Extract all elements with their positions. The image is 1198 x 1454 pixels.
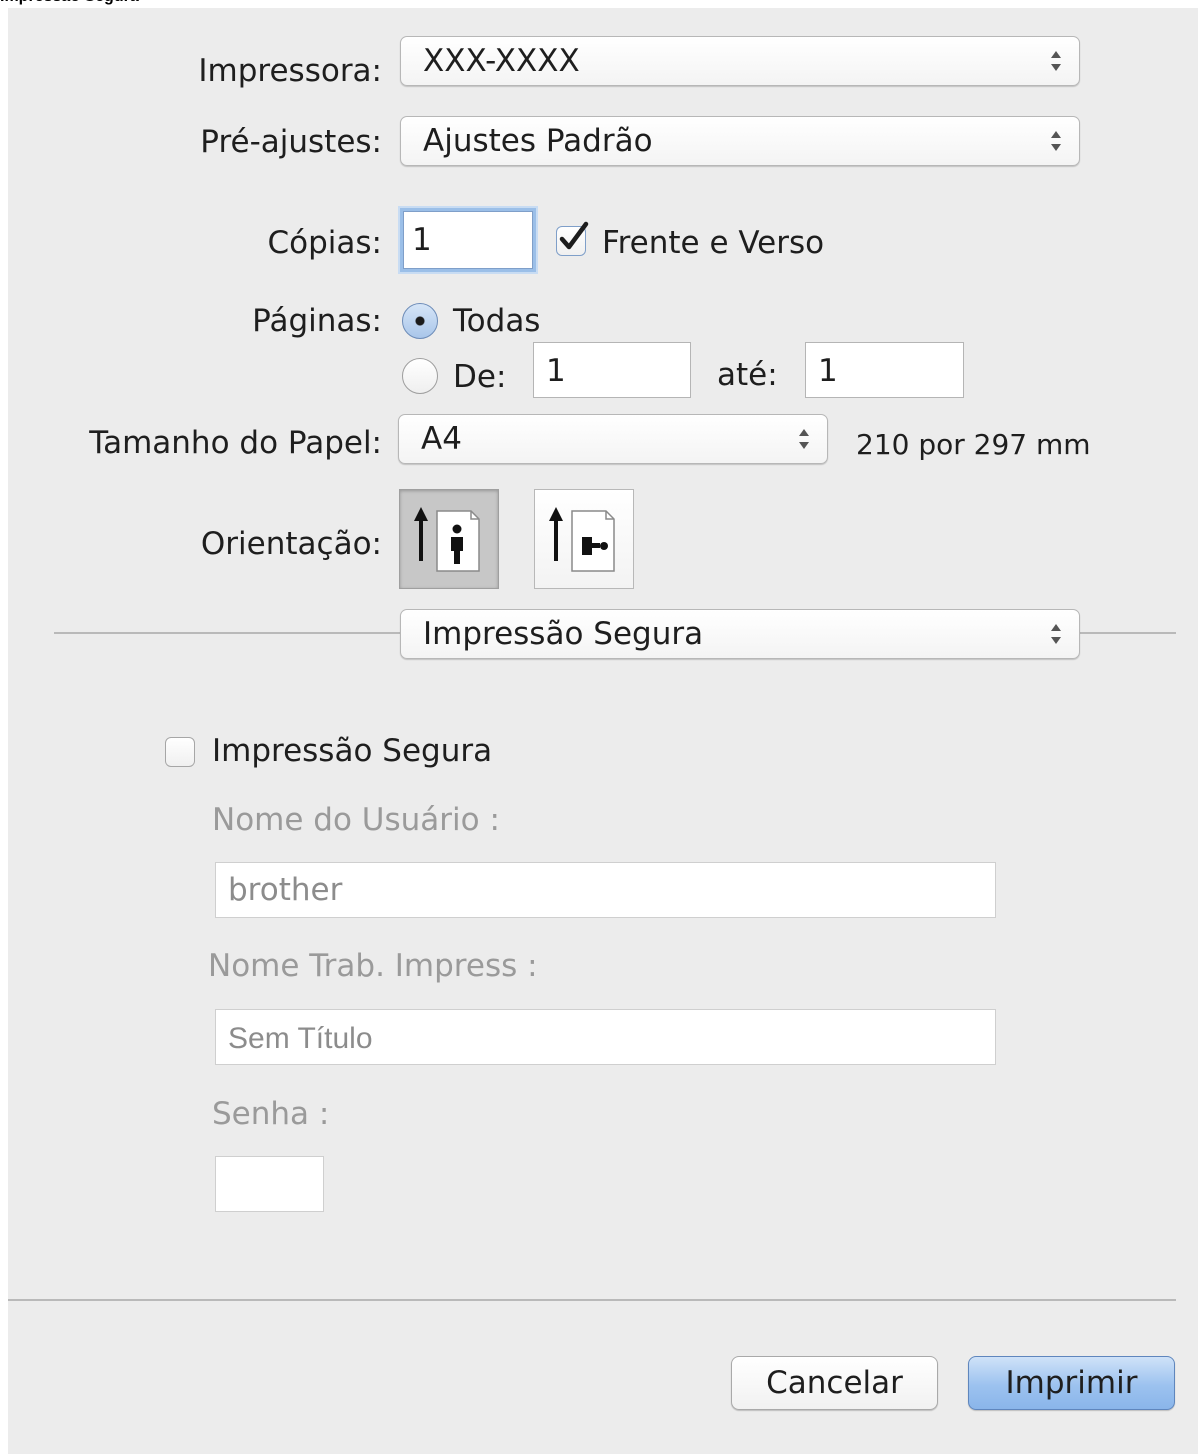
pages-from-input[interactable]: 1 xyxy=(533,342,691,398)
pages-to-value: 1 xyxy=(818,353,838,389)
password-input[interactable] xyxy=(215,1156,324,1212)
portrait-orientation-icon xyxy=(414,507,480,572)
landscape-orientation-button[interactable] xyxy=(534,489,634,589)
paper-size-value: A4 xyxy=(421,421,462,457)
pages-all-label: Todas xyxy=(453,303,541,339)
username-value: brother xyxy=(228,872,343,908)
pages-from-value: 1 xyxy=(546,353,566,389)
printer-popup[interactable]: XXX-XXXX xyxy=(400,36,1080,86)
copies-label: Cópias: xyxy=(267,225,383,261)
popup-arrows-icon xyxy=(799,429,809,449)
section-popup[interactable]: Impressão Segura xyxy=(400,609,1080,659)
portrait-orientation-button[interactable] xyxy=(399,489,499,589)
section-divider-right xyxy=(1080,632,1176,634)
presets-label: Pré-ajustes: xyxy=(200,124,382,160)
print-dialog: Impressora: XXX-XXXX Pré-ajustes: Ajuste… xyxy=(8,8,1198,1454)
secure-print-label: Impressão Segura xyxy=(212,733,493,769)
username-input[interactable]: brother xyxy=(215,862,996,918)
copies-value: 1 xyxy=(412,222,432,258)
paper-dimensions: 210 por 297 mm xyxy=(856,428,1091,461)
orientation-label: Orientação: xyxy=(200,526,382,562)
pages-to-input[interactable]: 1 xyxy=(805,342,964,398)
section-popup-value: Impressão Segura xyxy=(423,616,704,652)
printer-value: XXX-XXXX xyxy=(423,43,580,79)
paper-size-label: Tamanho do Papel: xyxy=(89,425,382,461)
pages-from-label: De: xyxy=(453,359,507,395)
popup-arrows-icon xyxy=(1051,131,1061,151)
duplex-label: Frente e Verso xyxy=(602,225,825,261)
job-name-value: Sem Título xyxy=(228,1022,373,1055)
password-label: Senha : xyxy=(212,1096,330,1132)
username-label: Nome do Usuário : xyxy=(212,802,500,838)
paper-size-popup[interactable]: A4 xyxy=(398,414,828,464)
pages-label: Páginas: xyxy=(252,303,382,339)
copies-input[interactable]: 1 xyxy=(403,211,533,269)
secure-print-checkbox[interactable] xyxy=(165,737,195,767)
duplex-checkbox[interactable] xyxy=(556,221,589,256)
pages-range-radio[interactable] xyxy=(402,358,438,394)
printer-label: Impressora: xyxy=(198,53,382,89)
pages-all-radio[interactable] xyxy=(402,303,438,339)
job-name-input[interactable]: Sem Título xyxy=(215,1009,996,1065)
job-name-label: Nome Trab. Impress : xyxy=(208,948,538,984)
print-button[interactable]: Imprimir xyxy=(968,1356,1175,1410)
figure-caption: Impressão Segura xyxy=(0,0,139,8)
cancel-button[interactable]: Cancelar xyxy=(731,1356,938,1410)
popup-arrows-icon xyxy=(1051,624,1061,644)
checkmark-icon xyxy=(559,221,589,250)
popup-arrows-icon xyxy=(1051,51,1061,71)
landscape-orientation-icon xyxy=(549,507,615,572)
pages-to-label: até: xyxy=(717,357,778,393)
footer-divider xyxy=(8,1299,1176,1301)
presets-popup[interactable]: Ajustes Padrão xyxy=(400,116,1080,166)
section-divider-left xyxy=(54,632,400,634)
presets-value: Ajustes Padrão xyxy=(423,123,653,159)
